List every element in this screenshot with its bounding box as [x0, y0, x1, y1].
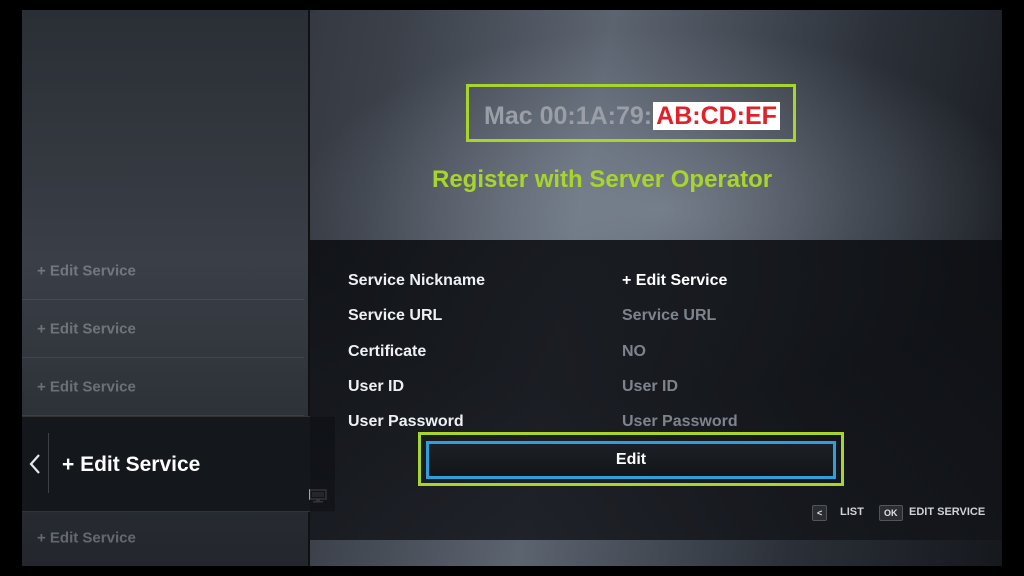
field-value-certificate[interactable]: NO — [622, 339, 646, 365]
register-instruction: Register with Server Operator — [432, 166, 773, 193]
field-value-nickname[interactable]: + Edit Service — [622, 268, 727, 294]
hint-edit-service: EDIT SERVICE — [909, 506, 986, 518]
sidebar-item[interactable]: + Edit Service — [22, 300, 304, 358]
divider — [48, 433, 49, 493]
field-label-url: Service URL — [348, 307, 443, 324]
sidebar-item-label: + Edit Service — [37, 378, 136, 395]
mac-suffix: AB:CD:EF — [653, 102, 780, 130]
hint-list: LIST — [840, 506, 864, 518]
sidebar-item[interactable]: + Edit Service — [22, 509, 304, 566]
field-label-certificate: Certificate — [348, 343, 427, 360]
chevron-left-icon[interactable] — [28, 453, 42, 475]
field-label-user-id: User ID — [348, 378, 405, 395]
sidebar-item[interactable]: + Edit Service — [22, 358, 304, 416]
mac-address: Mac 00:1A:79: AB:CD:EF — [484, 101, 780, 131]
field-value-url[interactable]: Service URL — [622, 303, 716, 329]
key-ok: OK — [879, 505, 903, 521]
mac-prefix: Mac 00:1A:79: — [484, 102, 653, 130]
sidebar-item[interactable]: + Edit Service — [22, 242, 304, 300]
sidebar-item-label: + Edit Service — [62, 453, 201, 476]
sidebar-item-label: + Edit Service — [37, 529, 136, 546]
edit-button[interactable]: Edit — [426, 441, 836, 479]
field-label-nickname: Service Nickname — [348, 272, 485, 289]
sidebar-item-selected[interactable]: + Edit Service — [22, 416, 335, 512]
key-back: < — [812, 505, 828, 521]
sidebar-item-label: + Edit Service — [37, 320, 136, 337]
sidebar-item-label: + Edit Service — [37, 262, 136, 279]
field-value-user-id[interactable]: User ID — [622, 374, 678, 400]
